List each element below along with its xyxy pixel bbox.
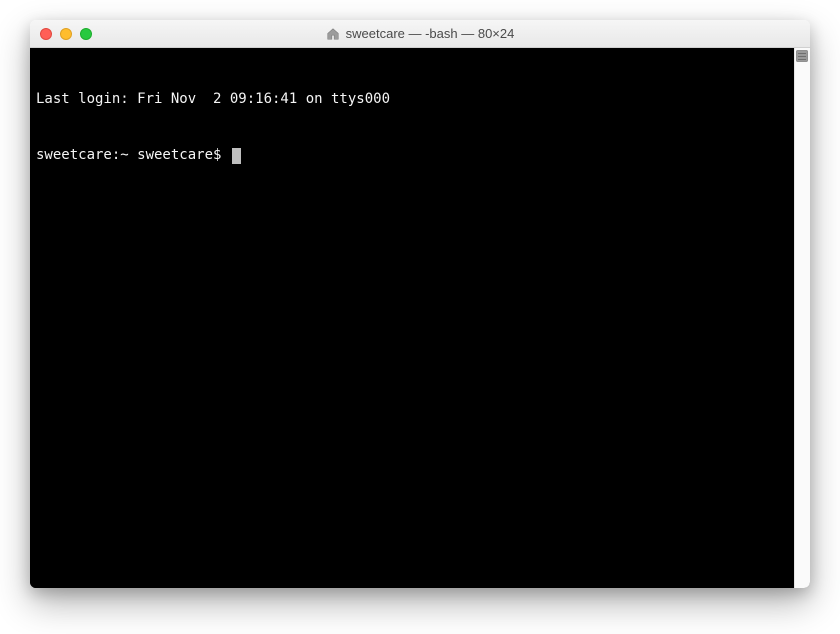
traffic-lights [40,28,92,40]
last-login-line: Last login: Fri Nov 2 09:16:41 on ttys00… [36,90,788,109]
scrollbar[interactable] [794,48,810,588]
maximize-button[interactable] [80,28,92,40]
home-icon [326,27,340,41]
prompt-text: sweetcare:~ sweetcare$ [36,146,230,165]
minimize-button[interactable] [60,28,72,40]
window-titlebar[interactable]: sweetcare — -bash — 80×24 [30,20,810,48]
window-title: sweetcare — -bash — 80×24 [346,26,515,41]
close-button[interactable] [40,28,52,40]
prompt-line: sweetcare:~ sweetcare$ [36,146,788,165]
window-body: Last login: Fri Nov 2 09:16:41 on ttys00… [30,48,810,588]
cursor [232,148,241,164]
window-title-wrap: sweetcare — -bash — 80×24 [30,26,810,41]
scroll-indicator-icon [796,50,808,62]
terminal-window: sweetcare — -bash — 80×24 Last login: Fr… [30,20,810,588]
terminal-content[interactable]: Last login: Fri Nov 2 09:16:41 on ttys00… [30,48,794,588]
